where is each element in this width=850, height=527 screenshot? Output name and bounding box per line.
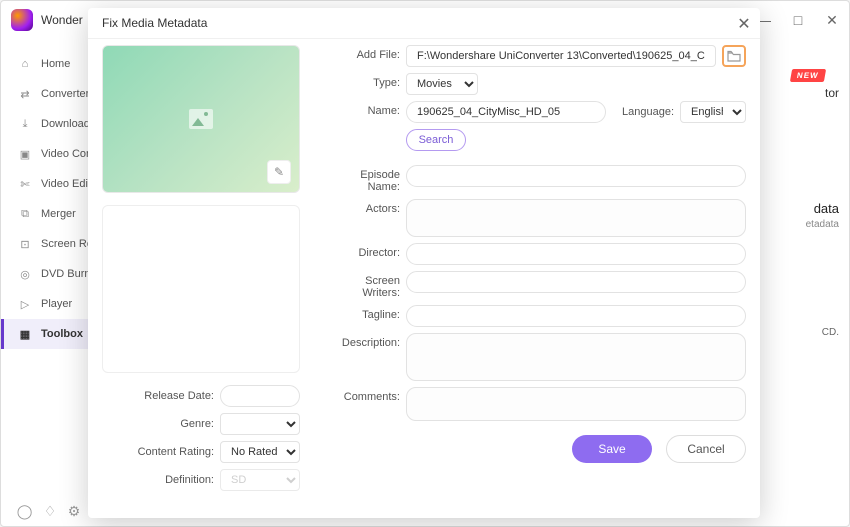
home-icon: ⌂ <box>17 56 33 72</box>
content-rating-select[interactable]: No Rated <box>220 441 300 463</box>
editor-icon: ✄ <box>17 176 33 192</box>
sidebar-item-label: Screen Recorder <box>41 238 95 250</box>
sidebar-item-label: Download <box>41 118 90 130</box>
type-label: Type: <box>326 73 400 89</box>
dvd-icon: ◎ <box>17 266 33 282</box>
sidebar-item-dvd[interactable]: ◎ DVD Burner <box>1 259 95 289</box>
edit-thumbnail-button[interactable]: ✎ <box>267 160 291 184</box>
notify-icon[interactable]: ♢ <box>44 503 57 520</box>
settings-icon[interactable]: ⚙ <box>68 503 81 520</box>
sidebar-item-label: Player <box>41 298 72 310</box>
app-name: Wonder <box>41 13 83 27</box>
content-rating-label: Content Rating: <box>138 446 214 458</box>
type-select[interactable]: Movies <box>406 73 478 95</box>
right-pane: Add File: Type: Movies Name: Langu <box>326 45 746 508</box>
dialog-header: Fix Media Metadata ✕ <box>88 8 760 38</box>
genre-label: Genre: <box>180 418 214 430</box>
sidebar-item-label: Video Editor <box>41 178 95 190</box>
download-icon: ⤓ <box>17 116 33 132</box>
maximize-button[interactable]: □ <box>781 1 815 39</box>
sidebar-item-label: Converter <box>41 88 89 100</box>
close-window-button[interactable]: ✕ <box>815 1 849 39</box>
app-logo-icon <box>11 9 33 31</box>
player-icon: ▷ <box>17 296 33 312</box>
secondary-preview <box>102 205 300 373</box>
merger-icon: ⧉ <box>17 206 33 222</box>
director-input[interactable] <box>406 243 746 265</box>
release-date-label: Release Date: <box>144 390 214 402</box>
comments-label: Comments: <box>326 387 400 403</box>
browse-file-button[interactable] <box>722 45 746 67</box>
name-label: Name: <box>326 101 400 117</box>
bg-text-metadata: etadata <box>806 219 839 230</box>
tagline-label: Tagline: <box>326 305 400 321</box>
status-bar: ◯ ♢ ⚙ <box>1 496 96 526</box>
sidebar-item-label: DVD Burner <box>41 268 95 280</box>
sidebar-item-label: Home <box>41 58 70 70</box>
thumbnail-preview: ✎ <box>102 45 300 193</box>
sidebar-item-label: Merger <box>41 208 76 220</box>
bg-text-data: data <box>814 201 839 216</box>
sidebar-item-player[interactable]: ▷ Player <box>1 289 95 319</box>
account-icon[interactable]: ◯ <box>17 503 33 520</box>
folder-icon <box>727 50 741 62</box>
converter-icon: ⇄ <box>17 86 33 102</box>
recorder-icon: ⊡ <box>17 236 33 252</box>
add-file-input[interactable] <box>406 45 716 67</box>
language-select[interactable]: English <box>680 101 746 123</box>
sidebar-item-download[interactable]: ⤓ Download <box>1 109 95 139</box>
sidebar: ⌂ Home ⇄ Converter ⤓ Download ▣ Video Co… <box>1 39 96 496</box>
sidebar-item-merger[interactable]: ⧉ Merger <box>1 199 95 229</box>
save-button[interactable]: Save <box>572 435 652 463</box>
add-file-label: Add File: <box>326 45 400 61</box>
definition-label: Definition: <box>165 474 214 486</box>
bg-text-cd: CD. <box>822 327 839 338</box>
dialog-title: Fix Media Metadata <box>102 16 207 30</box>
writers-input[interactable] <box>406 271 746 293</box>
episode-input[interactable] <box>406 165 746 187</box>
sidebar-item-converter[interactable]: ⇄ Converter <box>1 79 95 109</box>
description-input[interactable] <box>406 333 746 381</box>
background-panel: NEW tor data etadata CD. <box>759 41 849 526</box>
sidebar-item-label: Video Compressor <box>41 148 95 160</box>
search-button[interactable]: Search <box>406 129 466 151</box>
sidebar-item-compressor[interactable]: ▣ Video Compressor <box>1 139 95 169</box>
image-placeholder-icon <box>189 109 213 129</box>
cancel-button[interactable]: Cancel <box>666 435 746 463</box>
episode-label: Episode Name: <box>326 165 400 193</box>
sidebar-item-home[interactable]: ⌂ Home <box>1 49 95 79</box>
left-form: Release Date: Genre: Content Rating: No … <box>102 385 300 497</box>
toolbox-icon: ▦ <box>17 326 33 342</box>
actors-input[interactable] <box>406 199 746 237</box>
compress-icon: ▣ <box>17 146 33 162</box>
description-label: Description: <box>326 333 400 349</box>
definition-select: SD <box>220 469 300 491</box>
sidebar-item-editor[interactable]: ✄ Video Editor <box>1 169 95 199</box>
sidebar-item-toolbox[interactable]: ▦ Toolbox <box>1 319 95 349</box>
new-badge: NEW <box>790 69 826 82</box>
sidebar-item-label: Toolbox <box>41 328 83 340</box>
dialog-button-row: Save Cancel <box>326 427 746 463</box>
director-label: Director: <box>326 243 400 259</box>
actors-label: Actors: <box>326 199 400 215</box>
left-pane: ✎ Release Date: Genre: Content Rating: N… <box>102 45 316 508</box>
bg-text-tor: tor <box>825 86 839 100</box>
comments-input[interactable] <box>406 387 746 421</box>
genre-select[interactable] <box>220 413 300 435</box>
language-label: Language: <box>622 106 674 118</box>
name-input[interactable] <box>406 101 606 123</box>
dialog-close-button[interactable]: ✕ <box>736 16 752 32</box>
tagline-input[interactable] <box>406 305 746 327</box>
release-date-input[interactable] <box>220 385 300 407</box>
writers-label: Screen Writers: <box>326 271 400 299</box>
fix-metadata-dialog: Fix Media Metadata ✕ ✎ Release Date: Gen… <box>88 8 760 518</box>
sidebar-item-recorder[interactable]: ⊡ Screen Recorder <box>1 229 95 259</box>
